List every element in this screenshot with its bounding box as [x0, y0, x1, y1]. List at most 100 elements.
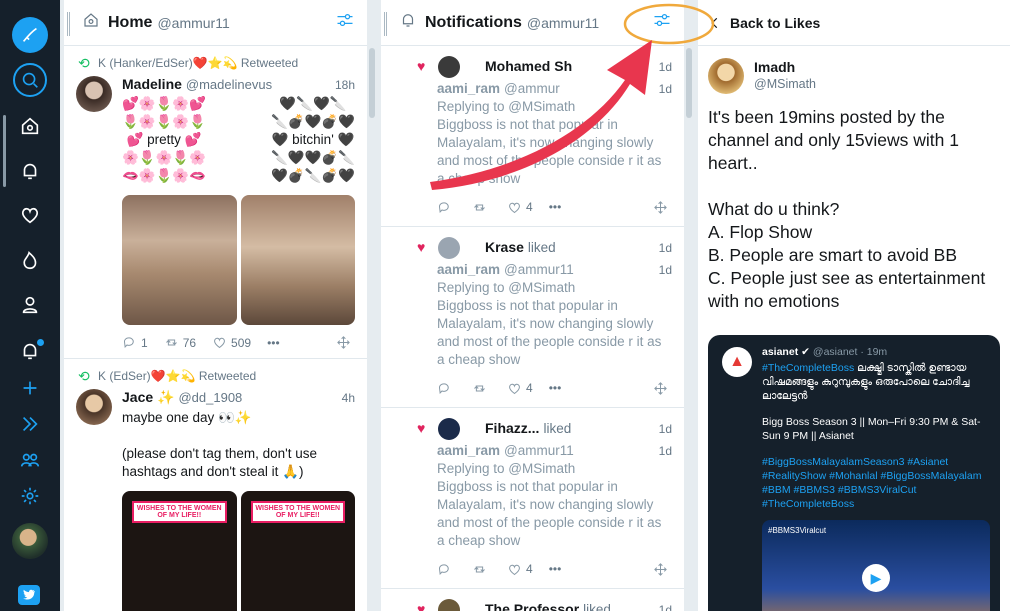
- compose-icon[interactable]: [12, 17, 48, 53]
- notifier-name[interactable]: Mohamed Sh: [485, 58, 572, 74]
- move-icon[interactable]: [653, 562, 672, 577]
- tweet-timestamp[interactable]: 18h: [335, 78, 355, 92]
- notification-item[interactable]: ♥ Krase liked 1d aami_ram @ammur11 1d Replyi…: [381, 227, 684, 408]
- avatar[interactable]: [438, 418, 460, 440]
- expand-chevrons-icon[interactable]: [10, 404, 50, 444]
- tweet-media[interactable]: [122, 195, 355, 325]
- profile-icon[interactable]: [10, 285, 50, 325]
- tweet-text: maybe one day 👀✨ (please don't tag them,…: [122, 410, 318, 479]
- more-button[interactable]: •••: [549, 198, 562, 216]
- reply-button[interactable]: [437, 381, 456, 396]
- tweet-text: It's been 19mins posted by the channel a…: [708, 107, 986, 311]
- detail-header[interactable]: Back to Likes: [698, 0, 1010, 46]
- back-to-likes-link[interactable]: Back to Likes: [730, 15, 820, 31]
- notification-item[interactable]: ♥ Fihazz... liked 1d aami_ram @ammur11 1d Re…: [381, 408, 684, 589]
- avatar[interactable]: [438, 237, 460, 259]
- tweet-author-handle[interactable]: @MSimath: [754, 77, 816, 91]
- sidebar-scroll-indicator: [3, 115, 6, 187]
- reply-button[interactable]: [437, 200, 456, 215]
- tweet-author[interactable]: Imadh @MSimath: [698, 46, 1010, 106]
- video-label: #BBMS3Viralcut: [768, 526, 827, 535]
- notifications-icon[interactable]: [10, 151, 50, 191]
- retweet-icon: ⟲: [78, 368, 90, 384]
- video-thumbnail[interactable]: #BBMS3Viralcut ▶: [762, 520, 990, 611]
- add-column-icon[interactable]: [10, 368, 50, 408]
- column-settings-icon[interactable]: [652, 10, 672, 35]
- tweet-author-name[interactable]: aami_ram: [437, 80, 500, 98]
- retweet-button[interactable]: [472, 200, 491, 215]
- home-column-header[interactable]: Home @ammur11: [64, 0, 367, 46]
- column-settings-icon[interactable]: [335, 10, 355, 35]
- media-photo[interactable]: WISHES TO THE WOMEN OF MY LIFE!!: [240, 491, 355, 611]
- tweet-author-name[interactable]: Jace ✨: [122, 389, 174, 406]
- media-photo[interactable]: [240, 195, 355, 325]
- move-icon[interactable]: [653, 381, 672, 396]
- avatar[interactable]: [76, 76, 112, 112]
- more-button[interactable]: •••: [267, 336, 280, 350]
- retweet-button[interactable]: [472, 381, 491, 396]
- notifications-column-header[interactable]: Notifications @ammur11: [381, 0, 684, 46]
- quoted-tweet[interactable]: ▲ asianet ✔ @asianet · 19m #TheCompleteBo…: [708, 335, 1000, 611]
- column-scrollbar[interactable]: [684, 0, 694, 611]
- activity-bell-icon[interactable]: [10, 331, 50, 371]
- like-button[interactable]: 4: [507, 560, 533, 578]
- retweet-icon: [165, 339, 177, 346]
- account-avatar[interactable]: [12, 523, 48, 559]
- tweet[interactable]: ⟲ K (EdSer)❤️⭐💫 Retweeted Jace ✨ @dd_190…: [64, 359, 367, 611]
- notification-item[interactable]: ♥ Mohamed Sh 1d aami_ram @ammur 1d Replying…: [381, 46, 684, 227]
- home-column-icon[interactable]: [10, 106, 50, 146]
- notification-time: 1d: [658, 60, 672, 74]
- drag-handle[interactable]: [384, 12, 387, 36]
- retweet-context: ⟲ K (EdSer)❤️⭐💫 Retweeted: [78, 368, 257, 384]
- avatar[interactable]: [76, 389, 112, 425]
- notification-item[interactable]: ♥ The Professor liked 1d: [381, 589, 684, 611]
- hashtags[interactable]: #BiggBossMalayalamSeason3 #Asianet #Real…: [762, 455, 990, 511]
- quoted-author-name[interactable]: asianet: [762, 346, 798, 358]
- avatar[interactable]: [708, 58, 744, 94]
- accounts-icon[interactable]: [10, 440, 50, 480]
- like-button[interactable]: 4: [507, 198, 533, 216]
- notifier-name[interactable]: The Professor: [485, 601, 579, 611]
- reply-button[interactable]: [437, 562, 456, 577]
- like-button[interactable]: 4: [507, 379, 533, 397]
- tweet[interactable]: ⟲ K (Hanker/EdSer)❤️⭐💫 Retweeted Madelin…: [64, 46, 367, 359]
- move-icon[interactable]: [653, 200, 672, 215]
- tweet-author-handle[interactable]: @madelinevus: [186, 77, 272, 92]
- app-sidebar: [0, 0, 60, 611]
- drag-handle[interactable]: [67, 12, 70, 36]
- quoted-author-handle[interactable]: @asianet · 19m: [813, 346, 887, 358]
- retweet-button[interactable]: 76: [164, 335, 196, 350]
- notifier-name[interactable]: Krase: [485, 239, 524, 255]
- likes-heart-icon[interactable]: [10, 195, 50, 235]
- more-button[interactable]: •••: [549, 379, 562, 397]
- notifier-name[interactable]: Fihazz...: [485, 420, 539, 436]
- media-photo[interactable]: [122, 195, 237, 325]
- unread-dot: [37, 339, 44, 346]
- heart-icon: ♥: [417, 239, 426, 255]
- like-button[interactable]: 509: [212, 335, 251, 350]
- tweet-author-handle[interactable]: @dd_1908: [178, 390, 242, 405]
- more-button[interactable]: •••: [549, 560, 562, 578]
- settings-gear-icon[interactable]: [10, 476, 50, 516]
- retweet-button[interactable]: [472, 562, 491, 577]
- tweet-text: Biggboss is not that popular in Malayala…: [437, 117, 662, 186]
- avatar[interactable]: [438, 56, 460, 78]
- column-handle: @ammur11: [157, 14, 230, 31]
- trending-flame-icon[interactable]: [10, 240, 50, 280]
- media-photo[interactable]: WISHES TO THE WOMEN OF MY LIFE!!: [122, 491, 237, 611]
- tweet-media[interactable]: WISHES TO THE WOMEN OF MY LIFE!! WISHES …: [122, 491, 355, 611]
- tweet-actions: 1 76 509 •••: [122, 335, 355, 350]
- move-icon[interactable]: [336, 335, 355, 350]
- tweet-author-name[interactable]: Madeline: [122, 76, 182, 92]
- search-icon[interactable]: [13, 63, 47, 97]
- hashtag[interactable]: #TheCompleteBoss: [762, 362, 854, 374]
- asianet-logo: ▲: [722, 347, 752, 377]
- column-scrollbar[interactable]: [367, 0, 377, 611]
- play-icon[interactable]: ▶: [862, 563, 890, 592]
- tweet-author-name[interactable]: Imadh: [754, 59, 816, 75]
- avatar[interactable]: [438, 599, 460, 611]
- chevron-left-icon[interactable]: [708, 16, 722, 30]
- tweet-detail-column: Back to Likes Imadh @MSimath It's been 1…: [698, 0, 1010, 611]
- reply-button[interactable]: 1: [122, 335, 148, 350]
- tweet-timestamp[interactable]: 4h: [342, 391, 355, 405]
